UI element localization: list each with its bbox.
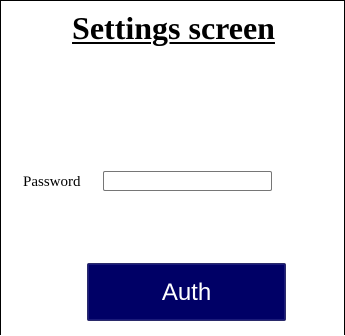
- auth-button[interactable]: Auth: [87, 263, 286, 321]
- settings-screen-frame: Settings screen Password Auth: [0, 0, 345, 335]
- page-title: Settings screen: [72, 10, 275, 46]
- password-label: Password: [23, 174, 81, 190]
- password-field[interactable]: [103, 171, 272, 191]
